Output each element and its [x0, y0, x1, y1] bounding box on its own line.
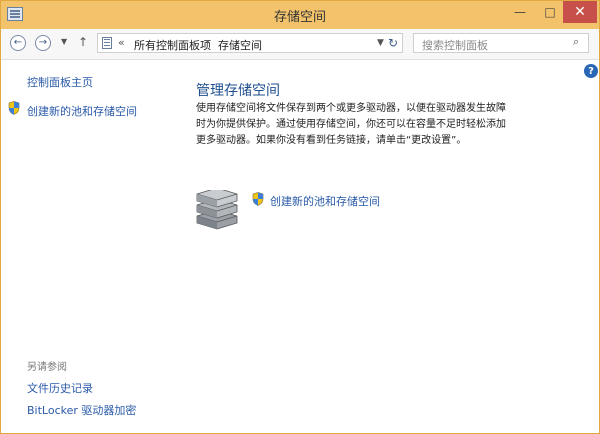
close-button[interactable]: ✕: [563, 1, 597, 23]
page-title: 管理存储空间: [196, 83, 280, 99]
title-bar: 存储空间 — □ ✕: [1, 1, 599, 29]
breadcrumb-arrow[interactable]: ›: [206, 37, 210, 48]
help-icon[interactable]: ?: [584, 64, 598, 78]
see-also-link-bitlocker[interactable]: BitLocker 驱动器加密: [27, 402, 136, 418]
create-pool-action-link[interactable]: 创建新的池和存储空间: [270, 193, 380, 209]
window: 存储空间 — □ ✕ ← → ▼ ↑ « 所有控制面板项 › 存储空间 ▼ ↻ …: [0, 0, 600, 434]
maximize-button[interactable]: □: [535, 1, 565, 23]
breadcrumb-all-control-panel-items[interactable]: 所有控制面板项: [134, 37, 211, 53]
uac-shield-icon: [8, 101, 20, 115]
content-area: ? 控制面板主页 创建新的池和存储空间 另请参阅 文件历史记录 BitLocke…: [1, 60, 599, 433]
sidebar-link-create-pool[interactable]: 创建新的池和存储空间: [27, 103, 137, 119]
navigation-bar: ← → ▼ ↑ « 所有控制面板项 › 存储空间 ▼ ↻ 搜索控制面板 ⌕: [1, 29, 599, 60]
search-icon[interactable]: ⌕: [573, 35, 579, 49]
control-panel-address-icon: [102, 37, 112, 49]
uac-shield-icon: [252, 192, 264, 206]
search-input[interactable]: 搜索控制面板: [413, 33, 589, 53]
back-button[interactable]: ←: [10, 35, 26, 51]
forward-button[interactable]: →: [35, 35, 51, 51]
address-overflow-separator[interactable]: «: [118, 36, 125, 49]
storage-drives-icon: [196, 190, 238, 230]
refresh-button[interactable]: ↻: [384, 33, 402, 53]
address-dropdown-button[interactable]: ▼: [377, 38, 384, 48]
up-button[interactable]: ↑: [78, 35, 88, 49]
sidebar-link-control-panel-home[interactable]: 控制面板主页: [27, 74, 93, 90]
see-also-heading: 另请参阅: [27, 362, 67, 373]
page-description: 使用存储空间将文件保存到两个或更多驱动器，以便在驱动器发生故障时为你提供保护。通…: [196, 103, 506, 146]
minimize-button[interactable]: —: [505, 1, 535, 23]
recent-locations-button[interactable]: ▼: [61, 37, 67, 46]
address-bar[interactable]: « 所有控制面板项 › 存储空间 ▼: [97, 33, 403, 53]
see-also-link-file-history[interactable]: 文件历史记录: [27, 380, 93, 396]
breadcrumb-storage-spaces[interactable]: 存储空间: [218, 37, 262, 53]
